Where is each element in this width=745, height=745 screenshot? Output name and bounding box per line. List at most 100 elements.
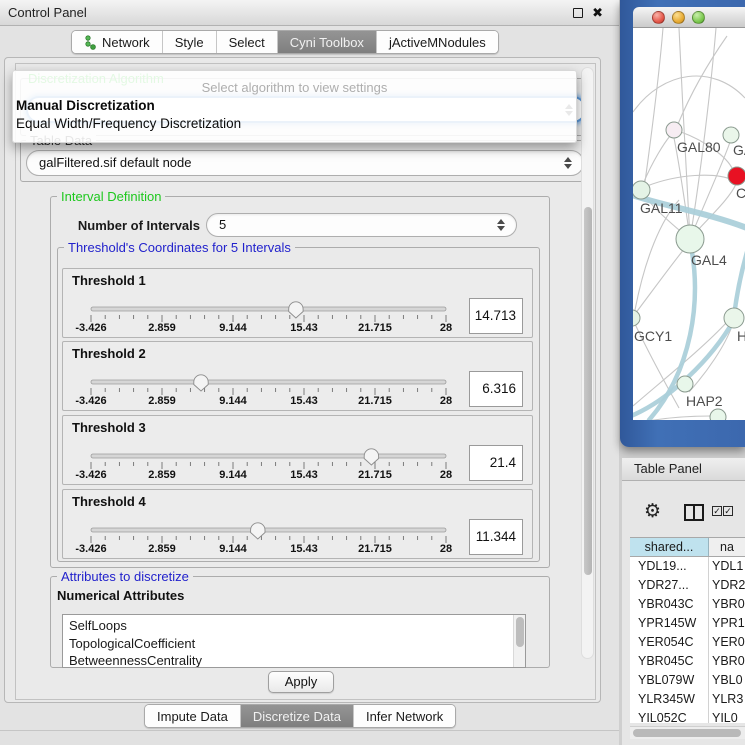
table-row[interactable]: YER054CYER0 — [630, 633, 745, 652]
network-node-hap2[interactable] — [677, 376, 693, 392]
panel-scrollbar-thumb[interactable] — [584, 207, 592, 575]
network-node-gal80[interactable] — [666, 122, 682, 138]
table-data-combobox[interactable]: galFiltered.sif default node — [26, 150, 584, 176]
float-window-icon[interactable] — [573, 8, 583, 18]
tab-network[interactable]: Network — [72, 31, 163, 53]
table-row[interactable]: YBR045CYBR0 — [630, 652, 745, 671]
table-panel-title: Table Panel — [634, 461, 702, 476]
table-row[interactable]: YLR345WYLR3 — [630, 690, 745, 709]
slider-tick-labels: -3.4262.8599.14415.4321.71528 — [83, 543, 523, 556]
column-header-na[interactable]: na — [709, 538, 745, 556]
table-row[interactable]: YIL052CYIL0 — [630, 709, 745, 723]
number-of-intervals-value: 5 — [219, 217, 226, 232]
slider-thumb[interactable] — [289, 302, 303, 318]
threshold-value-field[interactable]: 11.344 — [469, 519, 523, 555]
table-cell: YPR1 — [709, 614, 745, 633]
table-horizontal-scrollbar[interactable] — [630, 726, 745, 739]
threshold-row-3: Threshold 3-3.4262.8599.14415.4321.71528… — [62, 415, 533, 485]
network-edge — [645, 28, 663, 182]
table-scrollbar-thumb[interactable] — [633, 729, 741, 737]
table-panel-titlebar[interactable]: Table Panel — [622, 458, 745, 481]
attributes-scrollbar-thumb[interactable] — [516, 617, 524, 647]
table-row[interactable]: YBR043CYBR0 — [630, 595, 745, 614]
network-edge — [635, 200, 679, 310]
gear-icon[interactable]: ⚙ — [644, 500, 661, 523]
table-cell: YDL1 — [709, 557, 745, 576]
tab-cyni-toolbox[interactable]: Cyni Toolbox — [278, 31, 377, 53]
tick-label: -3.426 — [75, 322, 106, 334]
tick-label: 9.144 — [219, 469, 247, 481]
traffic-light-close-icon[interactable] — [652, 11, 665, 24]
table-cell: YIL052C — [630, 709, 709, 723]
table-row[interactable]: YBL079WYBL0 — [630, 671, 745, 690]
numerical-attributes-list[interactable]: SelfLoopsTopologicalCoefficientBetweenne… — [62, 614, 526, 668]
network-edge — [635, 248, 685, 314]
algorithm-option-manual-discretization[interactable]: Manual Discretization — [13, 97, 576, 115]
tab-label: Select — [229, 35, 265, 50]
algorithm-option-equal-width-frequency-discretization[interactable]: Equal Width/Frequency Discretization — [13, 115, 576, 133]
network-node-label: HAP2 — [686, 393, 723, 409]
table-cell: YDR2 — [709, 576, 745, 595]
table-row[interactable]: YDR27...YDR2 — [630, 576, 745, 595]
threshold-value-field[interactable]: 6.316 — [469, 371, 523, 407]
tab-jactivemnodules[interactable]: jActiveMNodules — [377, 31, 498, 53]
tab-impute-data[interactable]: Impute Data — [145, 705, 241, 727]
tick-label: 15.43 — [290, 469, 318, 481]
tick-label: -3.426 — [75, 543, 106, 555]
attribute-item-topologicalcoefficient[interactable]: TopologicalCoefficient — [69, 635, 525, 653]
network-node-gcy1[interactable] — [633, 310, 640, 326]
top-tab-bar: NetworkStyle Select Cyni ToolboxjActiveMNo… — [71, 30, 499, 54]
table-header-row: shared...na — [630, 537, 745, 557]
tick-label: 28 — [440, 469, 452, 481]
combo-stepper-icon[interactable] — [564, 157, 572, 169]
tick-label: 21.715 — [358, 395, 392, 407]
slider-thumb[interactable] — [194, 375, 208, 391]
attribute-item-selfloops[interactable]: SelfLoops — [69, 617, 525, 635]
combo-stepper-icon[interactable] — [497, 219, 505, 231]
close-icon[interactable]: ✖ — [592, 8, 603, 18]
table-row[interactable]: YPR145WYPR1 — [630, 614, 745, 633]
slider-thumb[interactable] — [364, 449, 378, 465]
threshold-label: Threshold 2 — [72, 346, 146, 361]
table-cell: YPR145W — [630, 614, 709, 633]
threshold-value-field[interactable]: 14.713 — [469, 298, 523, 334]
table-cell: YER0 — [709, 633, 745, 652]
network-node[interactable] — [710, 409, 726, 420]
network-window-titlebar[interactable] — [633, 7, 745, 28]
tab-label: Discretize Data — [253, 709, 341, 724]
attributes-scrollbar[interactable] — [513, 615, 525, 667]
checkbox-icon[interactable]: ✓ — [712, 506, 722, 516]
split-columns-icon[interactable] — [684, 504, 704, 521]
network-node-c[interactable] — [728, 167, 745, 185]
traffic-light-zoom-icon[interactable] — [692, 11, 705, 24]
tick-label: 9.144 — [219, 395, 247, 407]
number-of-intervals-combobox[interactable]: 5 — [206, 213, 517, 237]
checkbox-icon[interactable]: ✓ — [723, 506, 733, 516]
control-panel-titlebar[interactable]: Control Panel ✖ — [0, 0, 619, 26]
network-edge — [633, 76, 745, 112]
interval-definition-label: Interval Definition — [57, 189, 165, 204]
network-node-label: GCY1 — [634, 328, 672, 344]
attribute-item-betweennesscentrality[interactable]: BetweennessCentrality — [69, 652, 525, 668]
tab-style[interactable]: Style — [163, 31, 217, 53]
apply-button[interactable]: Apply — [268, 671, 334, 693]
threshold-label: Threshold 3 — [72, 420, 146, 435]
tab-discretize-data[interactable]: Discretize Data — [241, 705, 354, 727]
table-cell: YBL079W — [630, 671, 709, 690]
network-node-h[interactable] — [724, 308, 744, 328]
table-row[interactable]: YDL19...YDL1 — [630, 557, 745, 576]
network-node-gal11[interactable] — [633, 181, 650, 199]
network-node-gal4[interactable] — [676, 225, 704, 253]
column-header-shared[interactable]: shared... — [630, 538, 709, 556]
table-cell: YDL19... — [630, 557, 709, 576]
tab-infer-network[interactable]: Infer Network — [354, 705, 455, 727]
tab-select[interactable]: Select — [217, 31, 278, 53]
network-edge — [643, 136, 670, 184]
traffic-light-minimize-icon[interactable] — [672, 11, 685, 24]
threshold-value-field[interactable]: 21.4 — [469, 445, 523, 481]
numerical-attributes-label: Numerical Attributes — [57, 588, 184, 603]
network-node-ga[interactable] — [723, 127, 739, 143]
slider-thumb[interactable] — [251, 523, 265, 539]
network-canvas[interactable]: GAL80GACGAL11GAL4GCY1HHAP2 — [633, 28, 745, 420]
panel-vertical-scrollbar[interactable] — [581, 67, 594, 659]
